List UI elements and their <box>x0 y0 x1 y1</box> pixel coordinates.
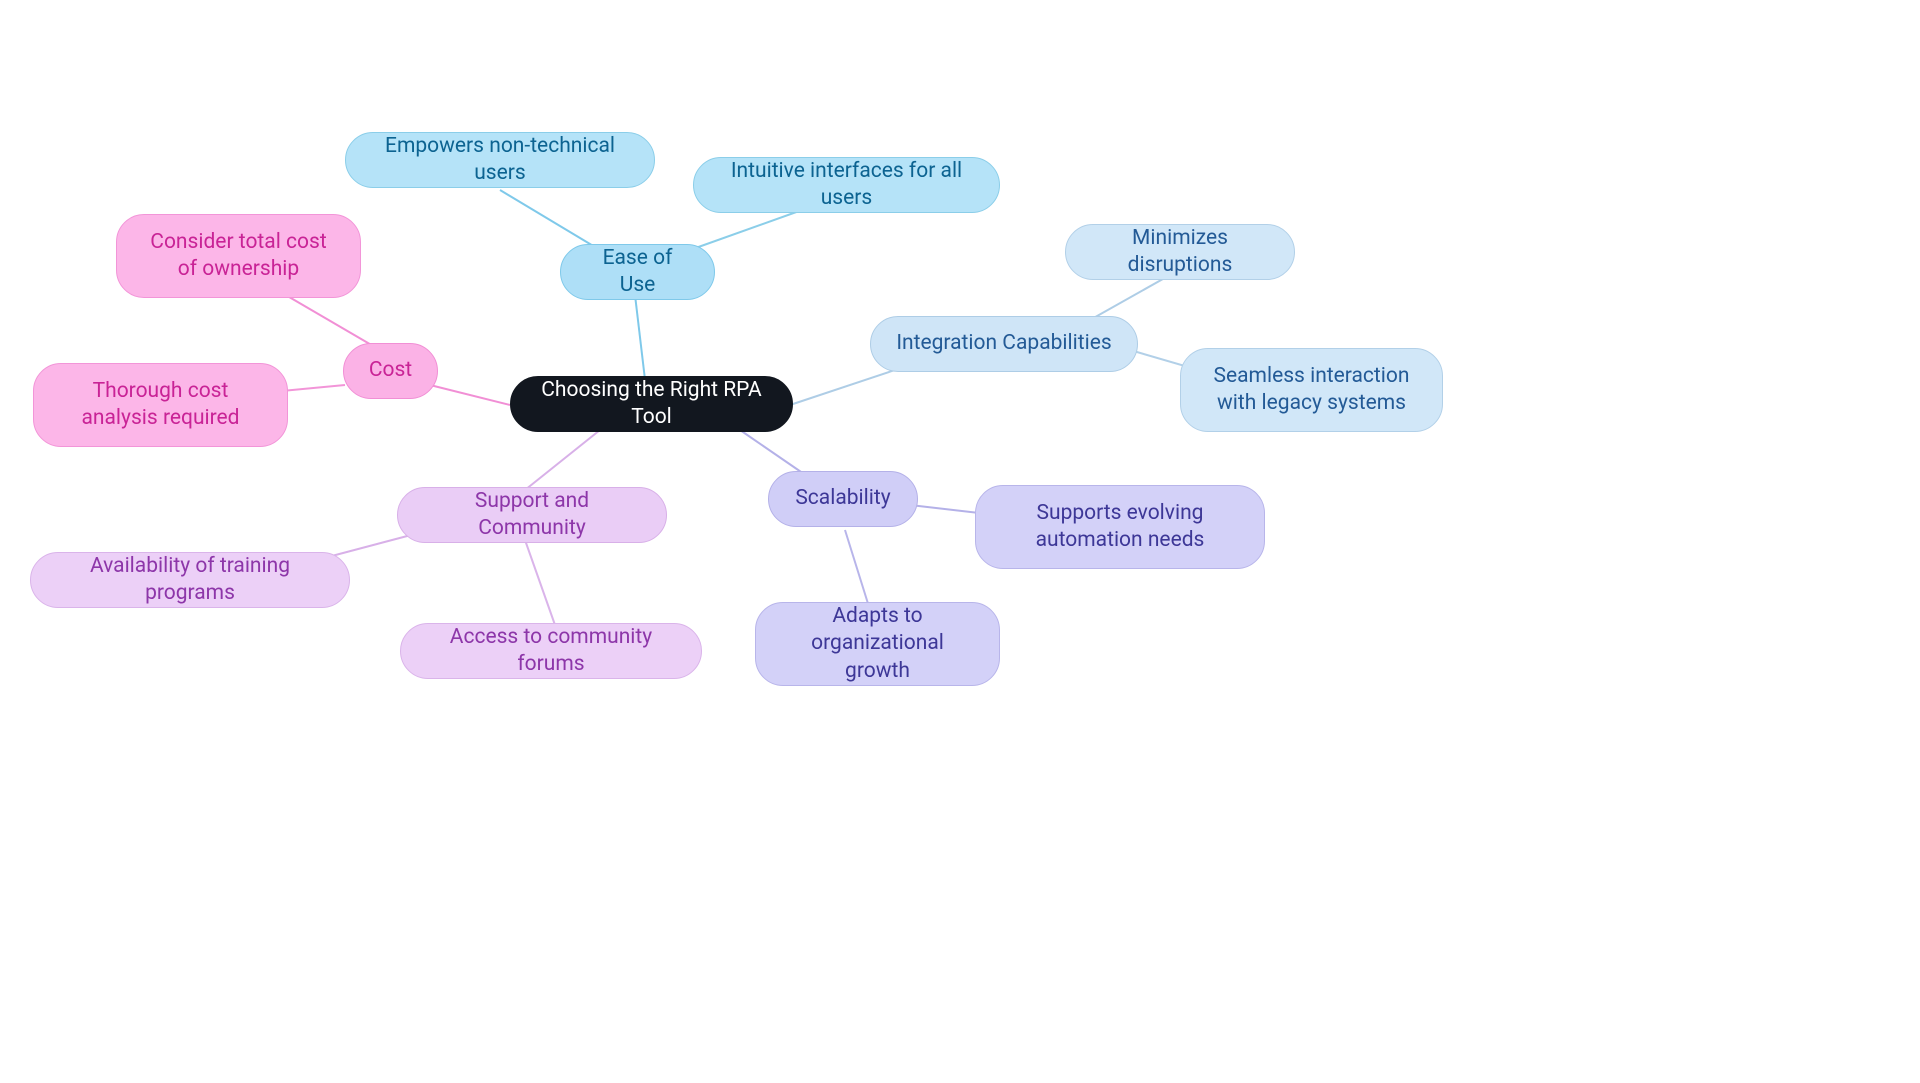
support-sub2: Access to community forums <box>400 623 702 679</box>
cost-sub1: Consider total cost of ownership <box>116 214 361 298</box>
cost-sub2-label: Thorough cost analysis required <box>58 378 263 433</box>
ease-sub1-label: Empowers non-technical users <box>370 133 630 188</box>
scalability-node: Scalability <box>768 471 918 527</box>
integration-sub1-label: Minimizes disruptions <box>1090 225 1270 280</box>
integration-sub2: Seamless interaction with legacy systems <box>1180 348 1443 432</box>
support-node: Support and Community <box>397 487 667 543</box>
support-sub2-label: Access to community forums <box>425 624 677 679</box>
integration-sub2-label: Seamless interaction with legacy systems <box>1205 363 1418 418</box>
ease-sub1: Empowers non-technical users <box>345 132 655 188</box>
integration-node: Integration Capabilities <box>870 316 1138 372</box>
scalability-sub1-label: Supports evolving automation needs <box>1000 500 1240 555</box>
support-sub1-label: Availability of training programs <box>55 553 325 608</box>
ease-sub2-label: Intuitive interfaces for all users <box>718 158 975 213</box>
cost-node: Cost <box>343 343 438 399</box>
support-sub1: Availability of training programs <box>30 552 350 608</box>
scalability-sub2: Adapts to organizational growth <box>755 602 1000 686</box>
ease-label: Ease of Use <box>585 245 690 300</box>
ease-node: Ease of Use <box>560 244 715 300</box>
integration-sub1: Minimizes disruptions <box>1065 224 1295 280</box>
support-label: Support and Community <box>422 488 642 543</box>
cost-sub2: Thorough cost analysis required <box>33 363 288 447</box>
scalability-sub1: Supports evolving automation needs <box>975 485 1265 569</box>
integration-label: Integration Capabilities <box>896 330 1111 357</box>
center-node: Choosing the Right RPA Tool <box>510 376 793 432</box>
scalability-sub2-label: Adapts to organizational growth <box>780 603 975 685</box>
cost-sub1-label: Consider total cost of ownership <box>141 229 336 284</box>
center-label: Choosing the Right RPA Tool <box>535 377 768 432</box>
cost-label: Cost <box>369 357 412 384</box>
ease-sub2: Intuitive interfaces for all users <box>693 157 1000 213</box>
scalability-label: Scalability <box>795 485 890 512</box>
